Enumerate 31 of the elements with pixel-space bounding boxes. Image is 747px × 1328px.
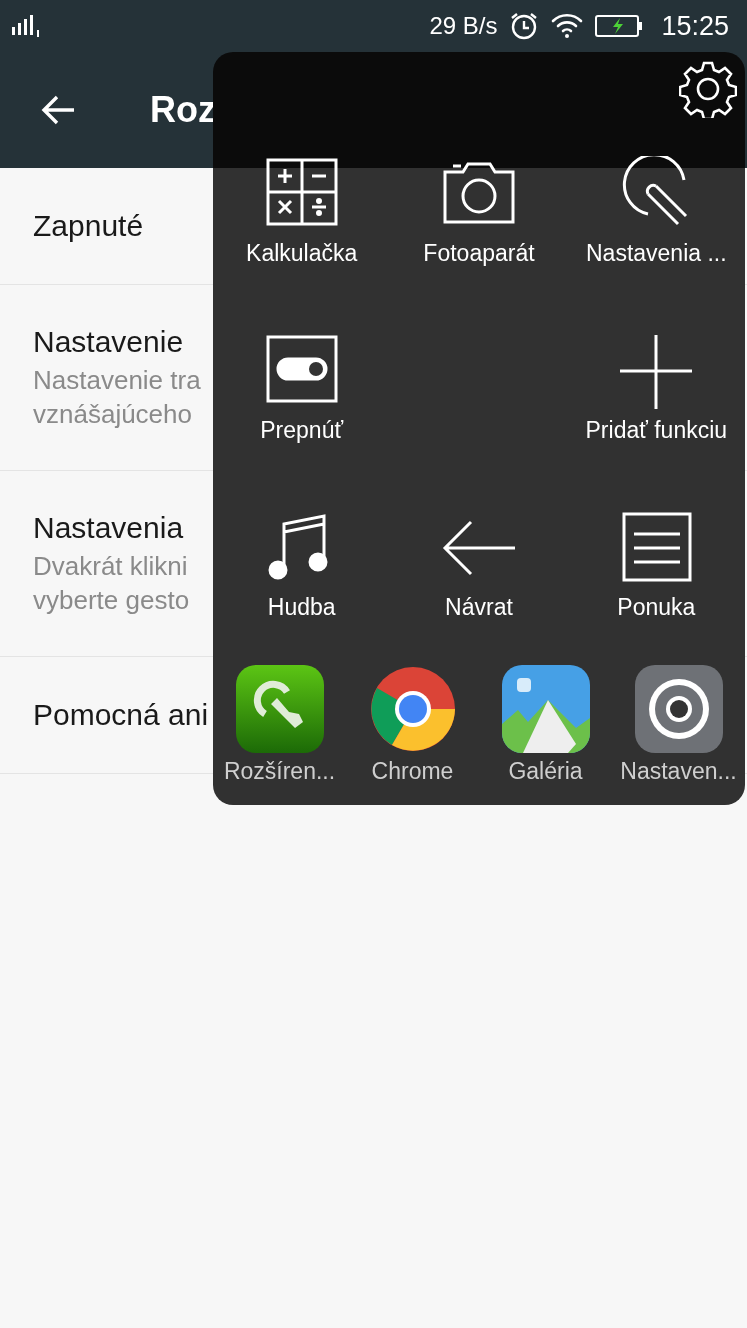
settings-icon[interactable] xyxy=(633,664,724,754)
setting-description: Nastavenie tra xyxy=(33,363,201,397)
page-title: Roz xyxy=(150,89,216,131)
setting-title: Nastavenia xyxy=(33,510,184,545)
function-label: Návrat xyxy=(445,594,513,621)
function-label: Fotoaparát xyxy=(423,240,535,267)
function-label: Prepnúť xyxy=(260,417,344,444)
app-label: Rozšíren... xyxy=(223,758,336,785)
setting-description: Dvakrát klikni xyxy=(33,549,188,583)
network-speed: 29 B/s xyxy=(429,12,498,40)
setting-description: vznášajúceho xyxy=(33,397,192,431)
function-label: Nastavenia ... xyxy=(586,240,727,267)
app-label: Galéria xyxy=(508,758,583,785)
clock: 15:25 xyxy=(661,10,729,42)
battery-icon xyxy=(595,14,644,38)
back-icon[interactable] xyxy=(40,94,76,126)
app-label: Nastaven... xyxy=(620,758,737,785)
touch-app-icon[interactable] xyxy=(234,664,325,754)
function-label: Pridať funkciu xyxy=(585,417,728,444)
setting-title: Zapnuté xyxy=(33,209,144,243)
setting-title: Pomocná ani xyxy=(33,698,209,732)
function-label: Ponuka xyxy=(617,594,696,621)
wifi-icon xyxy=(551,13,584,39)
app-label: Chrome xyxy=(371,758,454,785)
plus-icon[interactable] xyxy=(618,333,695,409)
setting-title: Nastavenie xyxy=(33,324,184,359)
gallery-icon[interactable] xyxy=(500,664,591,754)
function-label: Kalkulačka xyxy=(246,240,358,267)
function-label: Hudba xyxy=(267,594,336,621)
setting-description: vyberte gesto xyxy=(33,583,190,617)
settings-icon[interactable] xyxy=(679,60,737,118)
